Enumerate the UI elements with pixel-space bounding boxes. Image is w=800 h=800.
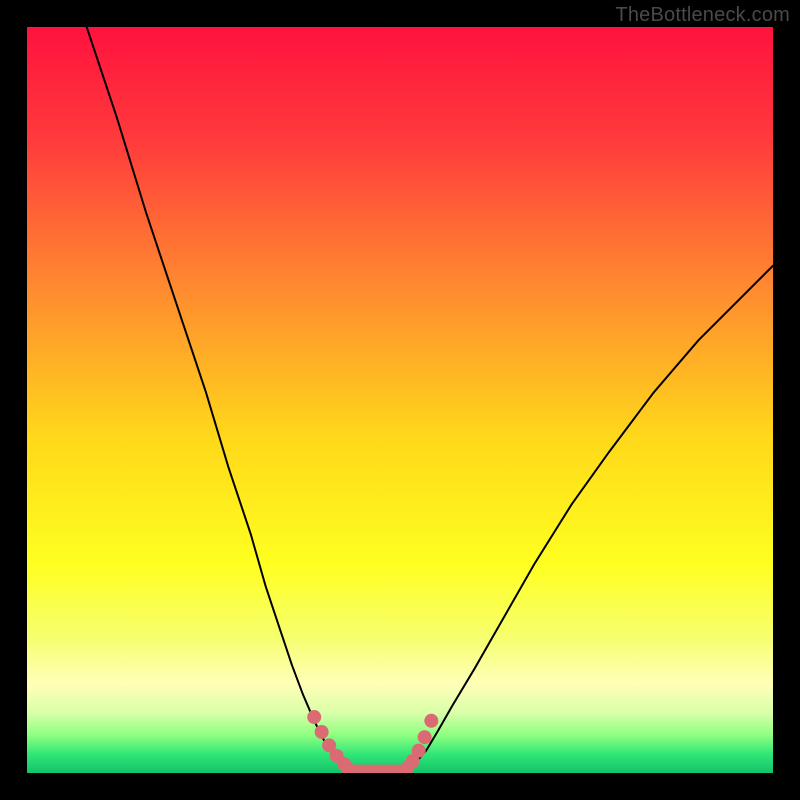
- plot-area: [27, 27, 773, 773]
- outer-frame: TheBottleneck.com: [0, 0, 800, 800]
- gradient-background: [27, 27, 773, 773]
- watermark-text: TheBottleneck.com: [615, 4, 790, 27]
- left-markers-dot: [307, 710, 321, 724]
- left-markers-dot: [315, 725, 329, 739]
- right-markers-dot: [424, 714, 438, 728]
- right-markers-dot: [412, 744, 426, 758]
- right-markers-dot: [418, 730, 432, 744]
- chart-svg: [27, 27, 773, 773]
